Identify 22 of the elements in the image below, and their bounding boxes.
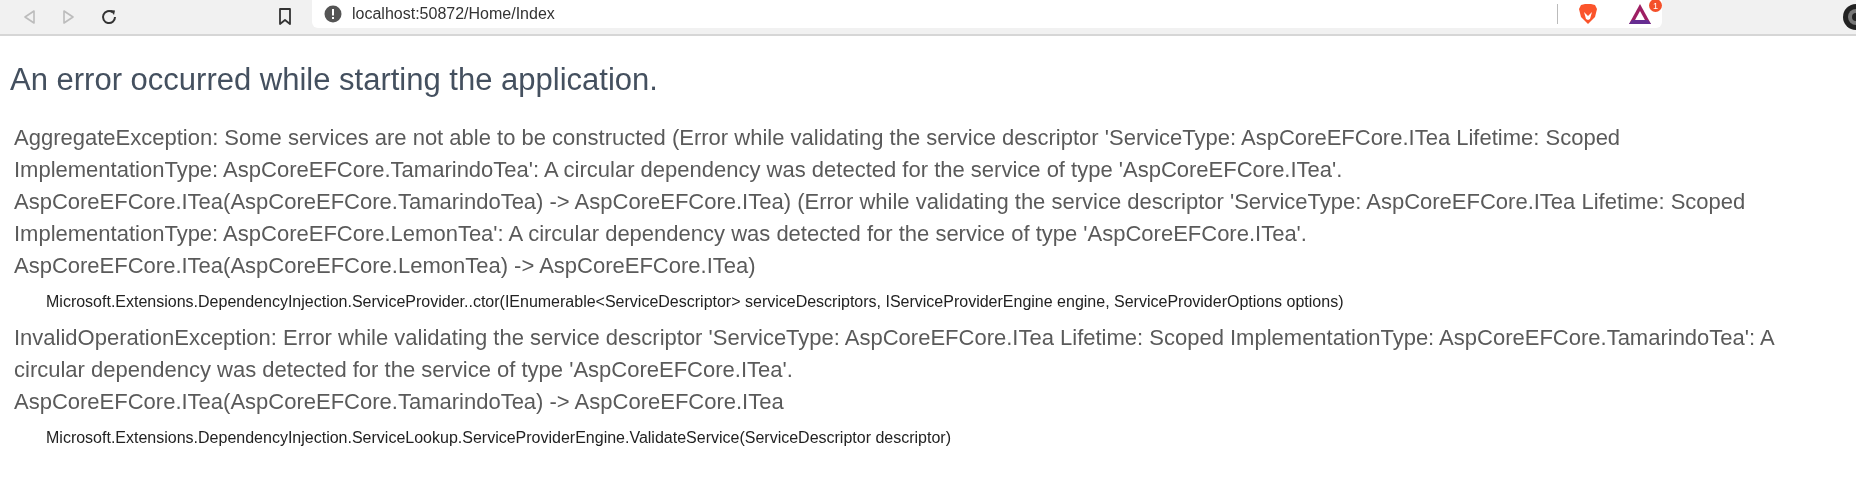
stack-location: Microsoft.Extensions.DependencyInjection.ServiceLookup.ServiceProviderEngine.ValidateService(ServiceDescriptor descriptor) [46, 428, 952, 448]
error-message-line: AspCoreEFCore.ITea(AspCoreEFCore.TamarindoTea) -> AspCoreEFCore.ITea) (Error while validating the service descriptor 'ServiceType: AspCoreEFCore.ITea Lifetime: Scoped [14, 188, 1747, 216]
error-message-line: circular dependency was detected for the service of type 'AspCoreEFCore.ITea'. [14, 356, 794, 384]
reload-icon [100, 8, 118, 26]
url-text: localhost:50872/Home/Index [352, 5, 556, 23]
bookmark-icon[interactable] [278, 8, 292, 26]
spiral-icon[interactable] [1840, 4, 1856, 30]
back-icon [22, 9, 36, 25]
address-bar[interactable]: localhost:50872/Home/Index 1 [312, 0, 1662, 28]
error-message-line: ImplementationType: AspCoreEFCore.LemonTea': A circular dependency was detected for the service of type 'AspCoreEFCore.ITea'. [14, 220, 1308, 248]
notification-badge: 1 [1649, 0, 1662, 12]
error-message-line: AspCoreEFCore.ITea(AspCoreEFCore.LemonTea) -> AspCoreEFCore.ITea) [14, 252, 757, 280]
error-title: An error occurred while starting the application. [10, 62, 659, 98]
stack-location: Microsoft.Extensions.DependencyInjection.ServiceProvider..ctor(IEnumerable<ServiceDescriptor> serviceDescriptors, IServiceProviderEngine engine, ServiceProviderOptions options) [46, 292, 1345, 312]
error-message-line: AspCoreEFCore.ITea(AspCoreEFCore.TamarindoTea) -> AspCoreEFCore.ITea [14, 388, 785, 416]
forward-icon [62, 9, 76, 25]
error-message-line: AggregateException: Some services are not able to be constructed (Error while validating the service descriptor 'ServiceType: AspCoreEFCore.ITea Lifetime: Scoped [14, 124, 1622, 152]
triangle-icon[interactable] [1628, 3, 1652, 25]
lion-icon[interactable] [1578, 3, 1598, 25]
info-icon[interactable] [324, 5, 342, 23]
error-message-line: InvalidOperationException: Error while validating the service descriptor 'ServiceType: AspCoreEFCore.ITea Lifetime: Scoped ImplementationType: AspCoreEFCore.TamarindoTea': A [14, 324, 1776, 352]
error-message-line: ImplementationType: AspCoreEFCore.TamarindoTea': A circular dependency was detected for the service of type 'AspCoreEFCore.ITea'. [14, 156, 1344, 184]
